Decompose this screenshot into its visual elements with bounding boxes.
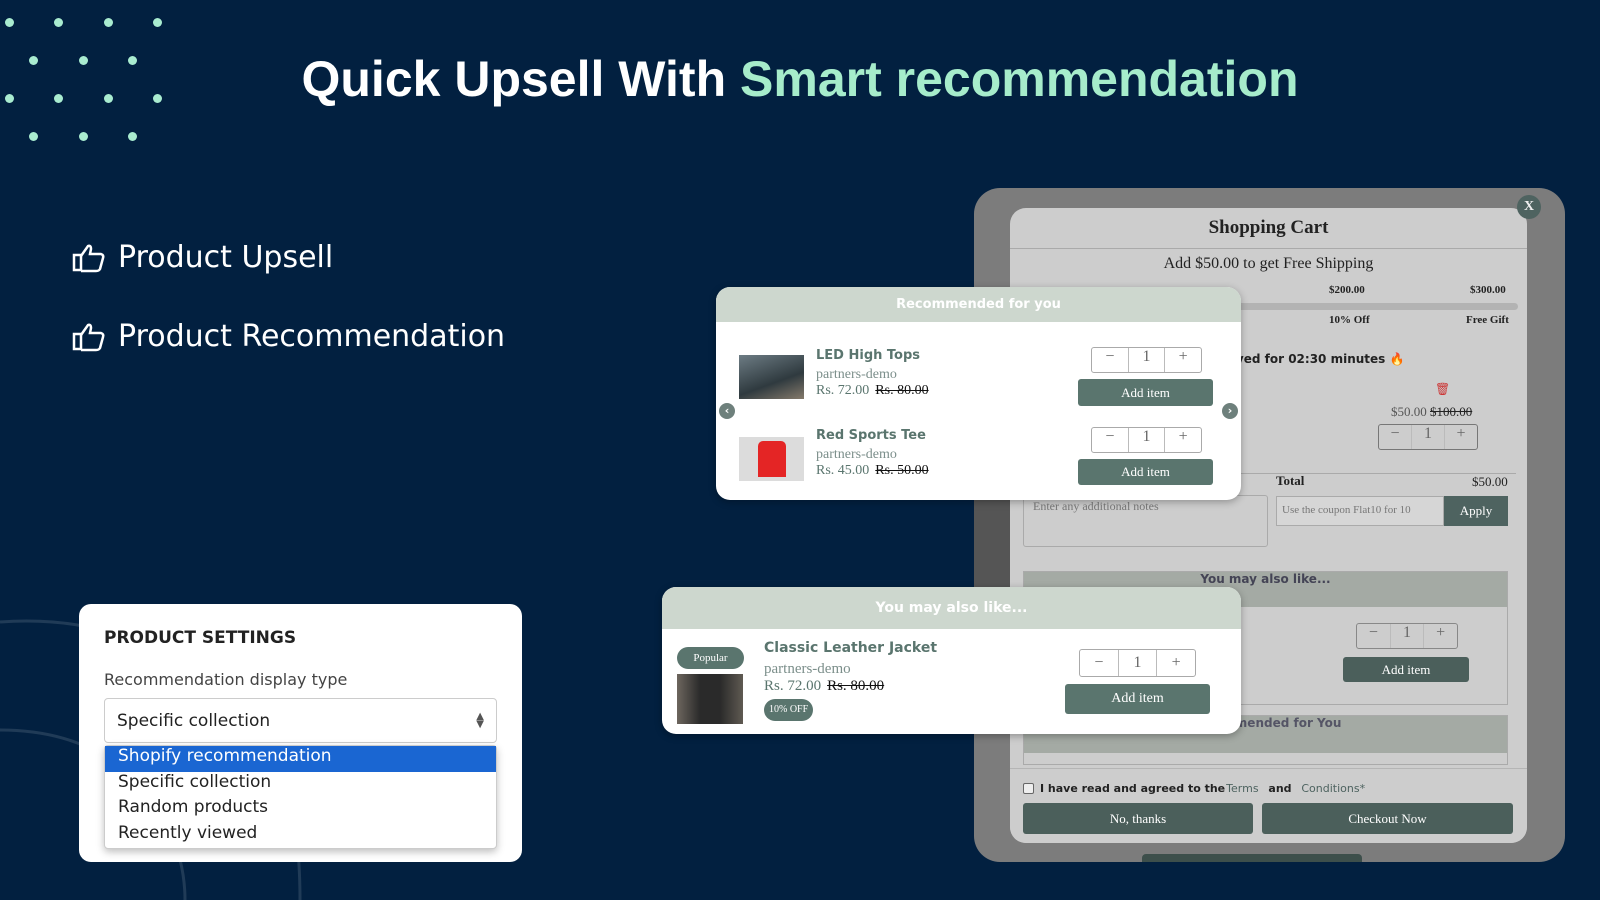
also-like-popup: You may also like... Popular Classic Lea… — [662, 587, 1241, 734]
popular-badge: Popular — [677, 647, 744, 669]
add-item-button[interactable]: Add item — [1078, 459, 1213, 485]
total-value: $50.00 — [1472, 474, 1508, 489]
terms-checkbox[interactable] — [1023, 783, 1034, 794]
select-arrows-icon: ▲ ▼ — [476, 710, 484, 730]
trash-icon[interactable]: 🗑 — [1435, 382, 1450, 397]
total-label: Total — [1276, 473, 1305, 488]
selected-value: Specific collection — [117, 710, 271, 731]
add-item-button[interactable]: Add item — [1065, 684, 1210, 714]
chevron-right-icon[interactable]: › — [1222, 403, 1238, 419]
milestone-reward: 10% Off — [1329, 314, 1370, 326]
option-shopify-recommendation[interactable]: Shopify recommendation — [105, 746, 496, 772]
display-type-label: Recommendation display type — [104, 670, 348, 689]
conditions-link[interactable]: Conditions* — [1301, 782, 1365, 795]
product-settings-card: PRODUCT SETTINGS Recommendation display … — [79, 604, 522, 862]
also-item: Classic Leather Jacket partners-demo Rs. 7… — [764, 640, 937, 721]
qty-stepper[interactable]: −1 + — [1091, 427, 1202, 453]
option-specific-collection[interactable]: Specific collection — [105, 772, 496, 798]
milestone-amount: $200.00 — [1329, 284, 1365, 296]
option-random-products[interactable]: Random products — [105, 797, 496, 823]
apply-button[interactable]: Apply — [1444, 496, 1508, 526]
discount-badge: 10% OFF — [764, 699, 814, 721]
popup-title: You may also like... — [662, 587, 1241, 629]
feature-product-recommendation: Product Recommendation — [72, 319, 505, 354]
notes-textarea[interactable]: Enter any additional notes — [1023, 495, 1268, 547]
popup-title: Recommended for you — [716, 287, 1241, 322]
milestone-reward: Free Gift — [1466, 314, 1509, 326]
cart-footer: I have read and agreed to the Terms and … — [1010, 768, 1527, 843]
led-high-tops-image — [739, 355, 804, 399]
settings-title: PRODUCT SETTINGS — [104, 628, 297, 648]
chevron-left-icon[interactable]: ‹ — [719, 403, 735, 419]
display-type-select[interactable]: Specific collection ▲ ▼ — [104, 698, 497, 743]
display-type-options: Shopify recommendation Specific collecti… — [104, 745, 497, 849]
also-add-item-button[interactable]: Add item — [1343, 657, 1469, 682]
fire-icon: 🔥 — [1389, 352, 1405, 366]
cart-qty-stepper[interactable]: −1 + — [1378, 424, 1478, 450]
terms-link[interactable]: Terms — [1226, 782, 1258, 795]
feature-product-upsell: Product Upsell — [72, 240, 333, 275]
recommended-popup: Recommended for you ‹ › LED High Tops par… — [716, 287, 1241, 500]
also-qty-stepper[interactable]: −1 + — [1356, 623, 1458, 649]
coupon-input[interactable]: Use the coupon Flat10 for 10 — [1276, 496, 1444, 526]
no-thanks-button[interactable]: No, thanks — [1023, 803, 1253, 834]
option-recently-viewed[interactable]: Recently viewed — [105, 823, 496, 849]
cart-bottom-bar — [1142, 854, 1362, 862]
milestone-amount: $300.00 — [1470, 284, 1506, 296]
cart-title: Shopping Cart — [1010, 208, 1527, 249]
headline: Quick Upsell With Smart recommendation — [301, 51, 1299, 107]
backdrop-image-strip — [974, 500, 1010, 590]
item-price: $50.00 $100.00 — [1391, 404, 1473, 419]
recommended-item: LED High Tops partners-demo Rs. 72.00 Rs. 8… — [816, 348, 929, 398]
leather-jacket-image — [677, 674, 743, 724]
recommended-item: Red Sports Tee partners-demo Rs. 45.00 Rs. … — [816, 428, 929, 478]
checkout-now-button[interactable]: Checkout Now — [1262, 803, 1513, 834]
red-sports-tee-image — [739, 437, 804, 481]
add-item-button[interactable]: Add item — [1078, 379, 1213, 406]
qty-stepper[interactable]: −1 + — [1079, 649, 1196, 677]
reservation-timer: rved for 02:30 minutes 🔥 — [1230, 352, 1405, 366]
shipping-message: Add $50.00 to get Free Shipping — [1163, 255, 1374, 272]
thumbs-up-icon — [72, 323, 105, 351]
close-cart-button[interactable]: X — [1517, 195, 1541, 219]
thumbs-up-icon — [72, 244, 105, 272]
qty-stepper[interactable]: −1 + — [1091, 347, 1202, 373]
